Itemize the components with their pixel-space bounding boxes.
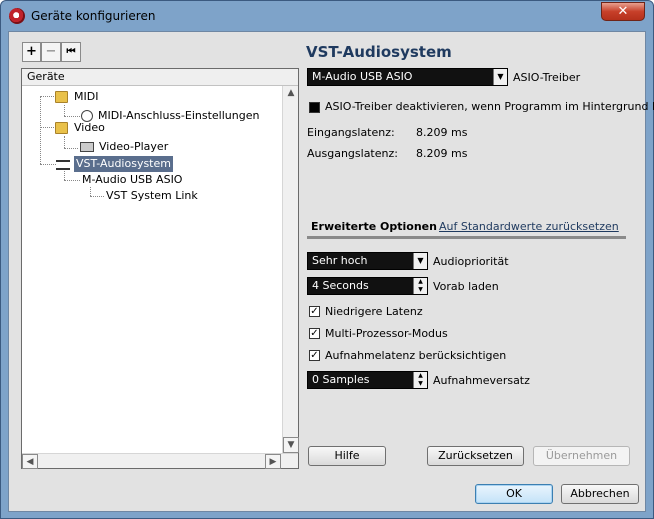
tree-node-vst-system-link[interactable]: VST System Link	[106, 188, 198, 204]
audio-priority-select[interactable]: Sehr hoch ▼	[307, 252, 428, 270]
asio-driver-value: M-Audio USB ASIO	[312, 70, 413, 83]
apply-button[interactable]: Übernehmen	[533, 446, 630, 466]
window-title: Geräte konfigurieren	[31, 9, 156, 23]
audio-priority-label: Audiopriorität	[433, 255, 509, 268]
tree-header: Geräte	[22, 69, 298, 86]
asio-driver-select[interactable]: M-Audio USB ASIO ▼	[307, 68, 508, 86]
help-button[interactable]: Hilfe	[308, 446, 386, 466]
tree-node-vst-audiosystem[interactable]: VST-Audiosystem	[74, 156, 173, 172]
spinner-arrows-icon[interactable]: ▲ ▼	[413, 372, 427, 388]
video-player-icon	[80, 142, 94, 152]
tab-advanced-options[interactable]: Erweiterte Optionen	[311, 220, 437, 233]
scroll-right-icon[interactable]: ▶	[265, 454, 281, 469]
multi-processor-checkbox[interactable]: ✓	[309, 328, 320, 339]
input-latency-label: Eingangslatenz:	[307, 126, 395, 139]
title-bar: Geräte konfigurieren ✕	[1, 1, 653, 31]
record-latency-label: Aufnahmelatenz berücksichtigen	[325, 349, 507, 362]
section-title: VST-Audiosystem	[306, 43, 452, 61]
ok-button[interactable]: OK	[475, 484, 553, 504]
tree-vertical-scrollbar[interactable]: ▲ ▼	[282, 86, 299, 453]
preload-spinner[interactable]: 4 Seconds ▲ ▼	[307, 277, 428, 295]
record-offset-label: Aufnahmeversatz	[433, 374, 530, 387]
add-device-button[interactable]: +	[22, 42, 41, 62]
output-latency-value: 8.209 ms	[416, 147, 468, 160]
tree-node-video-player[interactable]: Video-Player	[99, 139, 168, 155]
midi-folder-icon	[55, 91, 68, 103]
tree-node-video[interactable]: Video	[74, 120, 105, 136]
low-latency-label: Niedrigere Latenz	[325, 305, 423, 318]
scroll-up-icon[interactable]: ▲	[283, 86, 299, 102]
output-latency-label: Ausgangslatenz:	[307, 147, 398, 160]
scroll-left-icon[interactable]: ◀	[22, 454, 38, 469]
record-latency-checkbox[interactable]: ✓	[309, 350, 320, 361]
audio-priority-value: Sehr hoch	[312, 254, 368, 267]
cancel-button[interactable]: Abbrechen	[561, 484, 639, 504]
spinner-arrows-icon[interactable]: ▲ ▼	[413, 278, 427, 294]
tree-node-m-audio-usb-asio[interactable]: M-Audio USB ASIO	[82, 172, 182, 188]
device-tree: Geräte MIDI MIDI-Anschluss-Einstellungen…	[21, 68, 299, 469]
reset-defaults-link[interactable]: Auf Standardwerte zurücksetzen	[439, 220, 619, 233]
video-folder-icon	[55, 122, 68, 134]
deactivate-driver-label: ASIO-Treiber deaktivieren, wenn Programm…	[325, 100, 654, 113]
deactivate-driver-checkbox[interactable]	[309, 102, 320, 113]
scroll-down-icon[interactable]: ▼	[283, 437, 299, 453]
tree-horizontal-scrollbar[interactable]: ◀ ▶	[22, 453, 298, 469]
record-offset-spinner[interactable]: 0 Samples ▲ ▼	[307, 371, 428, 389]
tree-node-midi-port-settings[interactable]: MIDI-Anschluss-Einstellungen	[98, 108, 259, 124]
close-button[interactable]: ✕	[601, 2, 645, 21]
multi-processor-label: Multi-Prozessor-Modus	[325, 327, 448, 340]
input-latency-value: 8.209 ms	[416, 126, 468, 139]
audio-waveform-icon	[56, 160, 70, 170]
record-offset-value: 0 Samples	[312, 373, 370, 386]
asio-driver-label: ASIO-Treiber	[513, 71, 581, 84]
low-latency-checkbox[interactable]: ✓	[309, 306, 320, 317]
reset-device-button[interactable]: ⏮	[61, 42, 81, 62]
preload-value: 4 Seconds	[312, 279, 369, 292]
chevron-down-icon: ▼	[493, 69, 507, 85]
reset-button[interactable]: Zurücksetzen	[427, 446, 524, 466]
remove-device-button[interactable]: −	[41, 42, 61, 62]
tab-underline	[307, 236, 626, 239]
cubase-logo-icon	[9, 8, 25, 24]
tree-node-midi[interactable]: MIDI	[74, 89, 98, 105]
preload-label: Vorab laden	[433, 280, 499, 293]
chevron-down-icon: ▼	[413, 253, 427, 269]
